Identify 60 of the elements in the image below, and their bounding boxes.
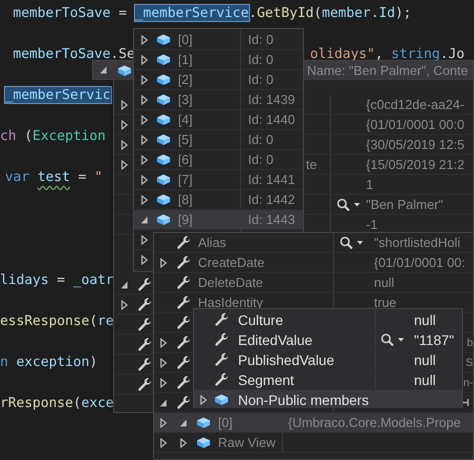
- member-value: -1: [366, 217, 378, 232]
- member-name: [4]: [178, 112, 192, 127]
- code-line: n exception): [0, 352, 98, 372]
- member-value: {01/01/0001 00:: [374, 255, 466, 270]
- member-value: {c0cd12de-aa24-: [366, 97, 464, 112]
- member-name: [6]: [178, 152, 192, 167]
- member-value: {30/05/2019 12:5: [366, 137, 464, 152]
- member-value: null: [414, 372, 436, 388]
- member-name: Non-Public members: [238, 392, 369, 408]
- code-line: essResponse(re: [0, 312, 114, 330]
- member-value: n-: [463, 376, 473, 388]
- member-value: Id: 0: [248, 72, 274, 87]
- member-value: S: [466, 356, 473, 368]
- member-value: b: [466, 336, 473, 348]
- member-name: [0]: [178, 32, 192, 47]
- member-value: null: [414, 312, 436, 328]
- member-value: Id: 1440: [248, 112, 295, 127]
- member-name: te: [306, 157, 317, 172]
- member-value: {15/05/2019 21:2: [366, 157, 464, 172]
- code-line: ch (Exception: [0, 127, 106, 146]
- code-line: rResponse(exce: [0, 394, 114, 412]
- member-name: [3]: [178, 92, 192, 107]
- member-name: [1]: [178, 52, 192, 67]
- member-value: 1: [366, 177, 374, 192]
- member-name: [9]: [178, 212, 192, 227]
- member-name: [5]: [178, 132, 192, 147]
- member-name: CreateDate: [198, 255, 264, 270]
- member-value: Id: 0: [248, 132, 274, 147]
- member-name: EditedValue: [238, 332, 312, 348]
- code-line: memberToSave = _memberService.GetById(member.Id);: [13, 4, 412, 23]
- member-name: Segment: [238, 372, 294, 388]
- member-value: Id: 0: [248, 152, 274, 167]
- header-value: Name: "Ben Palmer", Conte: [307, 62, 468, 78]
- member-name: [8]: [178, 192, 192, 207]
- member-value: Id: 1442: [248, 192, 295, 207]
- member-value: Id: 0: [248, 32, 274, 47]
- member-value: {01/01/0001 00:0: [366, 117, 464, 132]
- member-name: PublishedValue: [238, 352, 334, 368]
- code-line: lidays = _oatr: [0, 270, 114, 290]
- code-line: var test = ": [5, 168, 103, 187]
- code-text: olidays", string.Jo: [310, 45, 464, 64]
- member-name: Alias: [198, 235, 226, 250]
- member-value: "shortlistedHoli: [374, 235, 460, 250]
- member-value: Id: 0: [248, 52, 274, 67]
- member-name: Culture: [238, 312, 284, 328]
- member-value: null: [374, 275, 394, 290]
- member-value: true: [374, 295, 396, 310]
- member-value: "Ben Palmer": [366, 197, 444, 212]
- member-value: Id: 1439: [248, 92, 295, 107]
- member-name: [0]: [218, 415, 232, 430]
- member-name: [2]: [178, 72, 192, 87]
- member-name: HasIdentity: [198, 295, 264, 310]
- member-value: {Umbraco.Core.Models.Prope: [288, 415, 461, 430]
- member-value: Id: 1441: [248, 172, 295, 187]
- member-value: null: [414, 352, 436, 368]
- member-value: Id: 1443: [248, 212, 295, 227]
- member-value: "1187": [414, 332, 454, 348]
- member-name: DeleteDate: [198, 275, 264, 290]
- member-name: Raw View: [218, 435, 276, 450]
- member-name: [7]: [178, 172, 192, 187]
